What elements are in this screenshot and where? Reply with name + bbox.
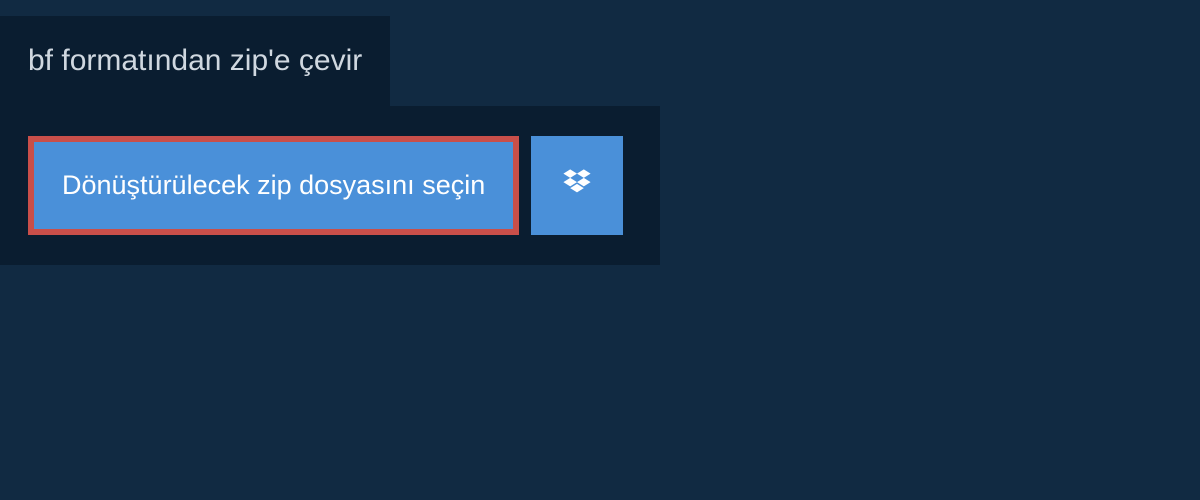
dropbox-button[interactable] bbox=[531, 136, 623, 235]
dropbox-icon bbox=[560, 166, 594, 205]
main-panel: Dönüştürülecek zip dosyasını seçin bbox=[0, 106, 660, 265]
button-row: Dönüştürülecek zip dosyasını seçin bbox=[28, 136, 632, 235]
select-file-button[interactable]: Dönüştürülecek zip dosyasını seçin bbox=[28, 136, 519, 235]
header-tab: bf formatından zip'e çevir bbox=[0, 16, 390, 106]
page-title: bf formatından zip'e çevir bbox=[28, 44, 362, 77]
select-file-label: Dönüştürülecek zip dosyasını seçin bbox=[62, 170, 485, 200]
